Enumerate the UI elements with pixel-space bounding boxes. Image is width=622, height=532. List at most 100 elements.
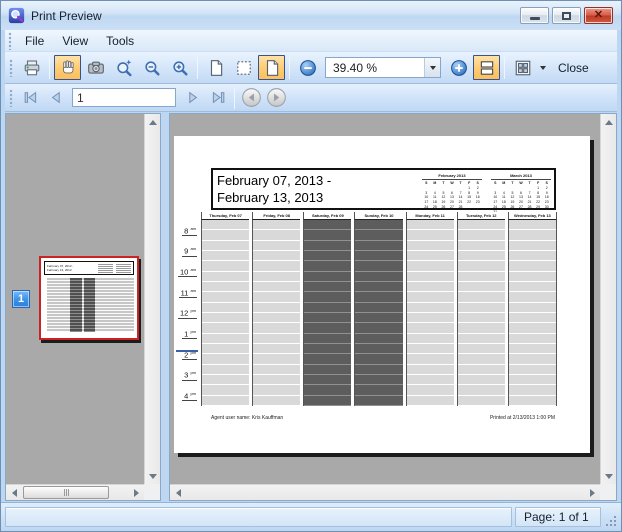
scrollbar-thumb[interactable]	[23, 486, 109, 499]
status-message-pane	[5, 507, 512, 527]
close-preview-button[interactable]: Close	[550, 57, 597, 79]
multiple-pages-dropdown-button[interactable]	[537, 55, 549, 80]
scroll-right-button[interactable]	[584, 485, 600, 501]
separator	[234, 87, 235, 109]
menu-view[interactable]: View	[53, 32, 97, 50]
time-slot	[202, 220, 249, 230]
zoom-in-tool-button[interactable]	[166, 55, 193, 80]
next-page-button[interactable]	[181, 86, 205, 110]
print-button[interactable]	[18, 55, 45, 80]
time-slot	[509, 230, 556, 240]
zoom-tool-button[interactable]	[110, 55, 137, 80]
date-range-line2: February 13, 2013	[217, 189, 331, 206]
hour-block: 4 pm	[176, 385, 198, 406]
scroll-right-button[interactable]	[128, 485, 144, 501]
time-slot	[407, 365, 454, 375]
last-page-button[interactable]	[206, 86, 230, 110]
time-slot	[202, 303, 249, 313]
time-slot	[458, 251, 505, 261]
panel-splitter[interactable]	[161, 113, 169, 501]
page-width-button[interactable]	[230, 55, 257, 80]
time-slot	[304, 292, 351, 302]
triangle-up-icon	[605, 120, 613, 125]
preview-view[interactable]: February 07, 2013 - February 13, 2013 Fe…	[170, 114, 600, 484]
separator	[197, 57, 198, 79]
scroll-left-button[interactable]	[170, 485, 186, 501]
time-slot	[355, 344, 402, 354]
menubar-grip[interactable]	[8, 32, 13, 50]
time-slot	[509, 272, 556, 282]
time-slot	[202, 354, 249, 364]
hour-label: 9 am	[182, 244, 197, 257]
triangle-left-icon	[12, 489, 17, 497]
day-column	[201, 220, 249, 406]
scroll-down-button[interactable]	[145, 468, 161, 484]
time-slot	[253, 354, 300, 364]
page-number-input[interactable]	[72, 88, 176, 107]
time-slot	[202, 344, 249, 354]
minimize-icon	[530, 17, 540, 20]
scroll-down-button[interactable]	[601, 468, 617, 484]
time-slot	[509, 251, 556, 261]
menu-tools[interactable]: Tools	[97, 32, 143, 50]
zoom-percent-combobox[interactable]: 39.40 %	[325, 57, 441, 78]
first-page-button[interactable]	[18, 86, 42, 110]
time-slot	[253, 241, 300, 251]
time-slot	[407, 354, 454, 364]
menu-file[interactable]: File	[16, 32, 53, 50]
time-slot	[458, 323, 505, 333]
close-window-button[interactable]: ✕	[584, 7, 613, 24]
preview-horizontal-scrollbar[interactable]	[170, 484, 600, 500]
main-toolbar: 39.40 %	[5, 52, 617, 84]
scroll-up-button[interactable]	[145, 114, 161, 130]
gutter-spacer	[176, 212, 198, 220]
toolbar-grip[interactable]	[9, 59, 14, 77]
previous-page-button[interactable]	[43, 86, 67, 110]
scroll-up-button[interactable]	[601, 114, 617, 130]
time-slot	[253, 323, 300, 333]
time-slot	[407, 251, 454, 261]
thumbnail-horizontal-scrollbar[interactable]	[6, 484, 144, 500]
preview-vertical-scrollbar[interactable]	[600, 114, 616, 484]
zoom-combo-dropdown-button[interactable]	[424, 58, 440, 77]
history-forward-button[interactable]	[264, 86, 288, 110]
time-slot	[509, 365, 556, 375]
hour-block: 9 am	[176, 241, 198, 262]
thumbnail-vertical-scrollbar[interactable]	[144, 114, 160, 484]
whole-page-button[interactable]	[202, 55, 229, 80]
history-back-button[interactable]	[239, 86, 263, 110]
time-slot	[407, 292, 454, 302]
thumbnail-grid	[47, 278, 134, 332]
time-slot	[407, 375, 454, 385]
dynamic-zoom-button[interactable]	[82, 55, 109, 80]
time-slot	[304, 344, 351, 354]
multiple-pages-button[interactable]	[509, 55, 536, 80]
toolbar-grip[interactable]	[9, 89, 14, 107]
time-slot	[509, 303, 556, 313]
resize-grip[interactable]	[604, 514, 617, 527]
time-slot	[253, 261, 300, 271]
restore-button[interactable]	[552, 7, 581, 24]
thumbnail-page-number-badge[interactable]: 1	[12, 290, 30, 308]
time-slot	[253, 334, 300, 344]
time-slot	[304, 241, 351, 251]
day-column	[252, 220, 300, 406]
back-circle-icon	[241, 87, 262, 108]
zoom-decrease-button[interactable]	[294, 55, 321, 80]
page-thumbnail[interactable]: February 07, 2013 - February 13, 2013	[39, 256, 139, 340]
actual-size-button[interactable]	[258, 55, 285, 80]
zoom-out-tool-button[interactable]	[138, 55, 165, 80]
chevron-down-icon	[430, 66, 436, 70]
time-slot	[407, 323, 454, 333]
day-header-row: Thursday, Feb 07Friday, Feb 08Saturday, …	[176, 212, 557, 220]
pages-vertical-view-button[interactable]	[473, 55, 500, 80]
minimize-button[interactable]	[520, 7, 549, 24]
pan-tool-button[interactable]	[54, 55, 81, 80]
first-page-icon	[22, 89, 39, 106]
zoom-increase-button[interactable]	[445, 55, 472, 80]
scroll-left-button[interactable]	[6, 485, 22, 501]
time-slot	[407, 303, 454, 313]
time-slot	[253, 251, 300, 261]
preview-panel: February 07, 2013 - February 13, 2013 Fe…	[169, 113, 617, 501]
time-slot	[355, 251, 402, 261]
